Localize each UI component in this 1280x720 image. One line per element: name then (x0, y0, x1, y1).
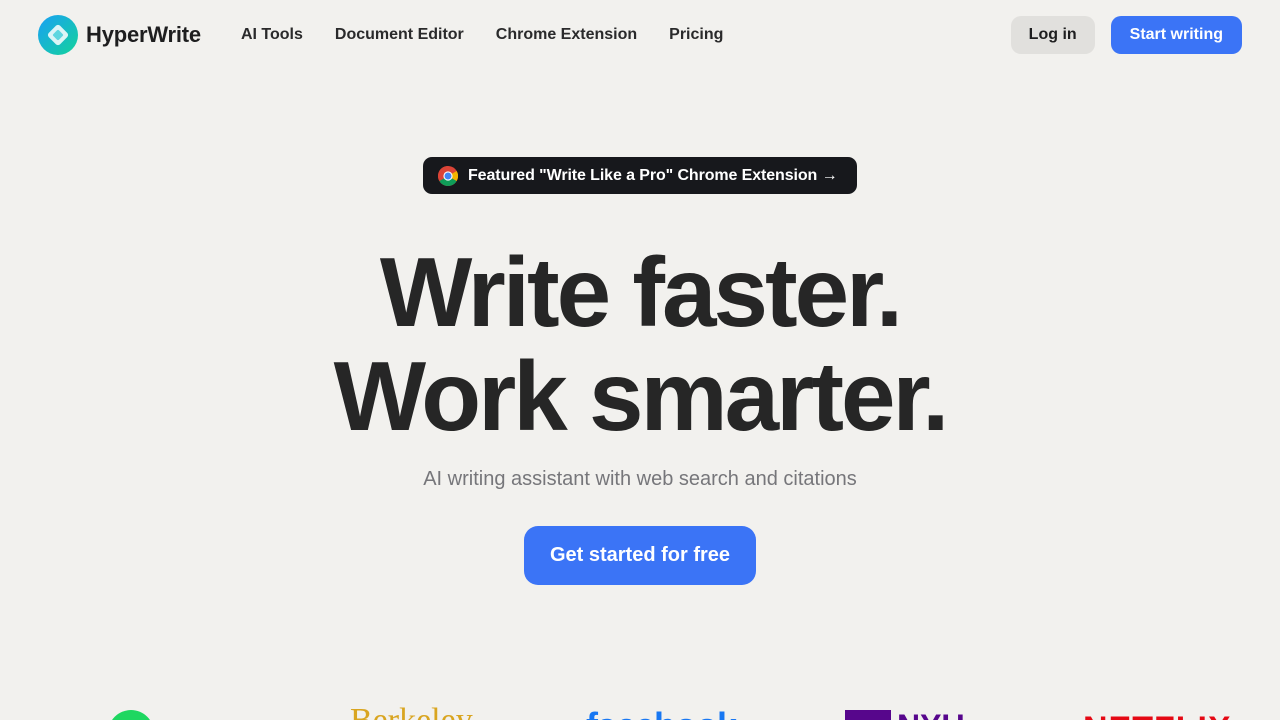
berkeley-logo: Berkeley (350, 704, 473, 720)
hyperwrite-logo-icon (38, 15, 78, 55)
page: HyperWrite AI Tools Document Editor Chro… (0, 0, 1280, 720)
nav-chrome-extension[interactable]: Chrome Extension (496, 26, 637, 44)
brand-name: HyperWrite (86, 22, 201, 47)
netflix-logo: NETFLIX (1083, 712, 1232, 720)
header-actions: Log in Start writing (1010, 16, 1242, 54)
spotify-logo-icon (108, 710, 154, 720)
facebook-logo: facebook (586, 708, 737, 720)
badge-text: Featured "Write Like a Pro" Chrome Exten… (468, 166, 838, 184)
nav-ai-tools[interactable]: AI Tools (241, 26, 303, 44)
start-writing-button[interactable]: Start writing (1110, 16, 1242, 54)
headline-line-1: Write faster. (379, 237, 903, 347)
chrome-extension-badge[interactable]: Featured "Write Like a Pro" Chrome Exten… (423, 157, 857, 194)
nyu-logo-icon (845, 710, 891, 720)
nyu-logo: NYU (897, 710, 965, 720)
main-nav: AI Tools Document Editor Chrome Extensio… (241, 26, 723, 44)
hero-subtitle: AI writing assistant with web search and… (423, 468, 857, 490)
nav-pricing[interactable]: Pricing (669, 26, 723, 44)
nav-document-editor[interactable]: Document Editor (335, 26, 464, 44)
headline-line-2: Work smarter. (333, 341, 950, 451)
customer-logos-strip: Berkeley facebook NYU NETFLIX (0, 700, 1280, 720)
brand-home-link[interactable]: HyperWrite (38, 15, 201, 55)
hero-headline: Write faster. Work smarter. (0, 240, 1280, 448)
get-started-button[interactable]: Get started for free (524, 526, 756, 585)
chrome-icon (438, 165, 458, 186)
top-navbar: HyperWrite AI Tools Document Editor Chro… (0, 0, 1280, 70)
login-button[interactable]: Log in (1010, 16, 1095, 54)
